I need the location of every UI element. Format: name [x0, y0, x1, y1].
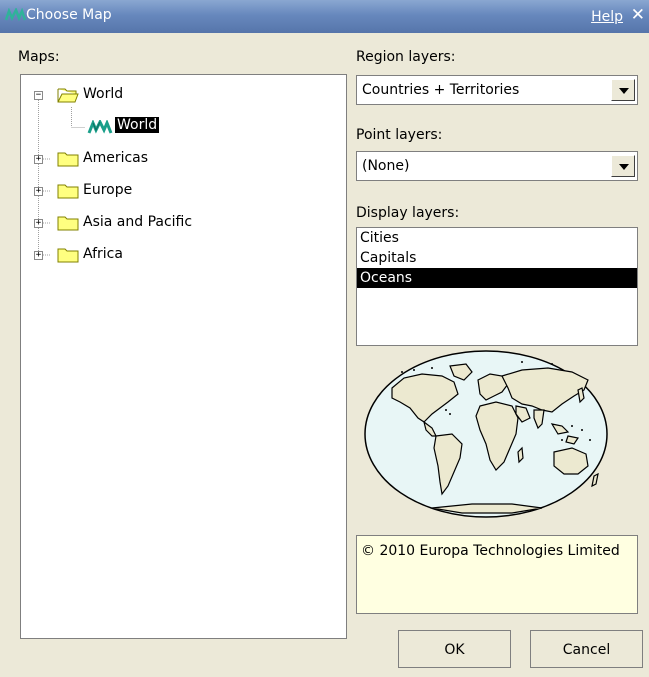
tree-node-world[interactable]: − World	[21, 85, 341, 105]
tree-node-world-map[interactable]: World	[21, 117, 341, 137]
title-bar: Choose Map Help ✕	[0, 0, 649, 33]
region-layers-select[interactable]: Countries + Territories	[356, 75, 638, 105]
point-layers-label: Point layers:	[356, 127, 443, 143]
display-layers-label: Display layers:	[356, 205, 460, 221]
chevron-down-icon[interactable]	[611, 155, 635, 177]
cancel-button[interactable]: Cancel	[530, 630, 643, 668]
expand-icon[interactable]: +	[34, 219, 43, 228]
list-item-oceans[interactable]: Oceans	[357, 268, 637, 288]
close-icon[interactable]: ✕	[631, 6, 645, 24]
expand-icon[interactable]: +	[34, 155, 43, 164]
chevron-down-icon[interactable]	[611, 79, 635, 101]
region-layers-label: Region layers:	[356, 49, 456, 65]
map-icon	[87, 120, 113, 134]
tree-node-africa[interactable]: + Africa	[21, 245, 341, 265]
list-item-cities[interactable]: Cities	[357, 228, 637, 248]
tree-label-world: World	[83, 86, 124, 102]
tree-label-americas: Americas	[83, 150, 149, 166]
tree-label-africa: Africa	[83, 246, 123, 262]
tree-node-americas[interactable]: + Americas	[21, 149, 341, 169]
tree-label-asia-and-pacific: Asia and Pacific	[83, 214, 193, 230]
folder-icon	[57, 216, 79, 231]
point-layers-value: (None)	[362, 158, 410, 174]
folder-open-icon	[57, 88, 79, 103]
folder-icon	[57, 248, 79, 263]
collapse-icon[interactable]: −	[34, 91, 43, 100]
world-map-preview	[364, 350, 608, 518]
folder-icon	[57, 184, 79, 199]
point-layers-select[interactable]: (None)	[356, 151, 638, 181]
tree-label-europe: Europe	[83, 182, 133, 198]
ok-button[interactable]: OK	[398, 630, 511, 668]
region-layers-value: Countries + Territories	[362, 82, 520, 98]
expand-icon[interactable]: +	[34, 187, 43, 196]
maps-tree[interactable]: − World World + Americas + Europe + Asia…	[20, 74, 347, 639]
maps-label: Maps:	[18, 49, 60, 65]
expand-icon[interactable]: +	[34, 251, 43, 260]
list-item-capitals[interactable]: Capitals	[357, 248, 637, 268]
copyright-info: © 2010 Europa Technologies Limited	[356, 535, 638, 614]
folder-icon	[57, 152, 79, 167]
tree-node-asia-and-pacific[interactable]: + Asia and Pacific	[21, 213, 341, 233]
window-title: Choose Map	[26, 7, 112, 23]
map-app-icon	[5, 8, 27, 22]
tree-node-europe[interactable]: + Europe	[21, 181, 341, 201]
help-link[interactable]: Help	[591, 9, 623, 25]
display-layers-list[interactable]: Cities Capitals Oceans	[356, 227, 638, 346]
tree-label-world-map: World	[115, 117, 160, 133]
